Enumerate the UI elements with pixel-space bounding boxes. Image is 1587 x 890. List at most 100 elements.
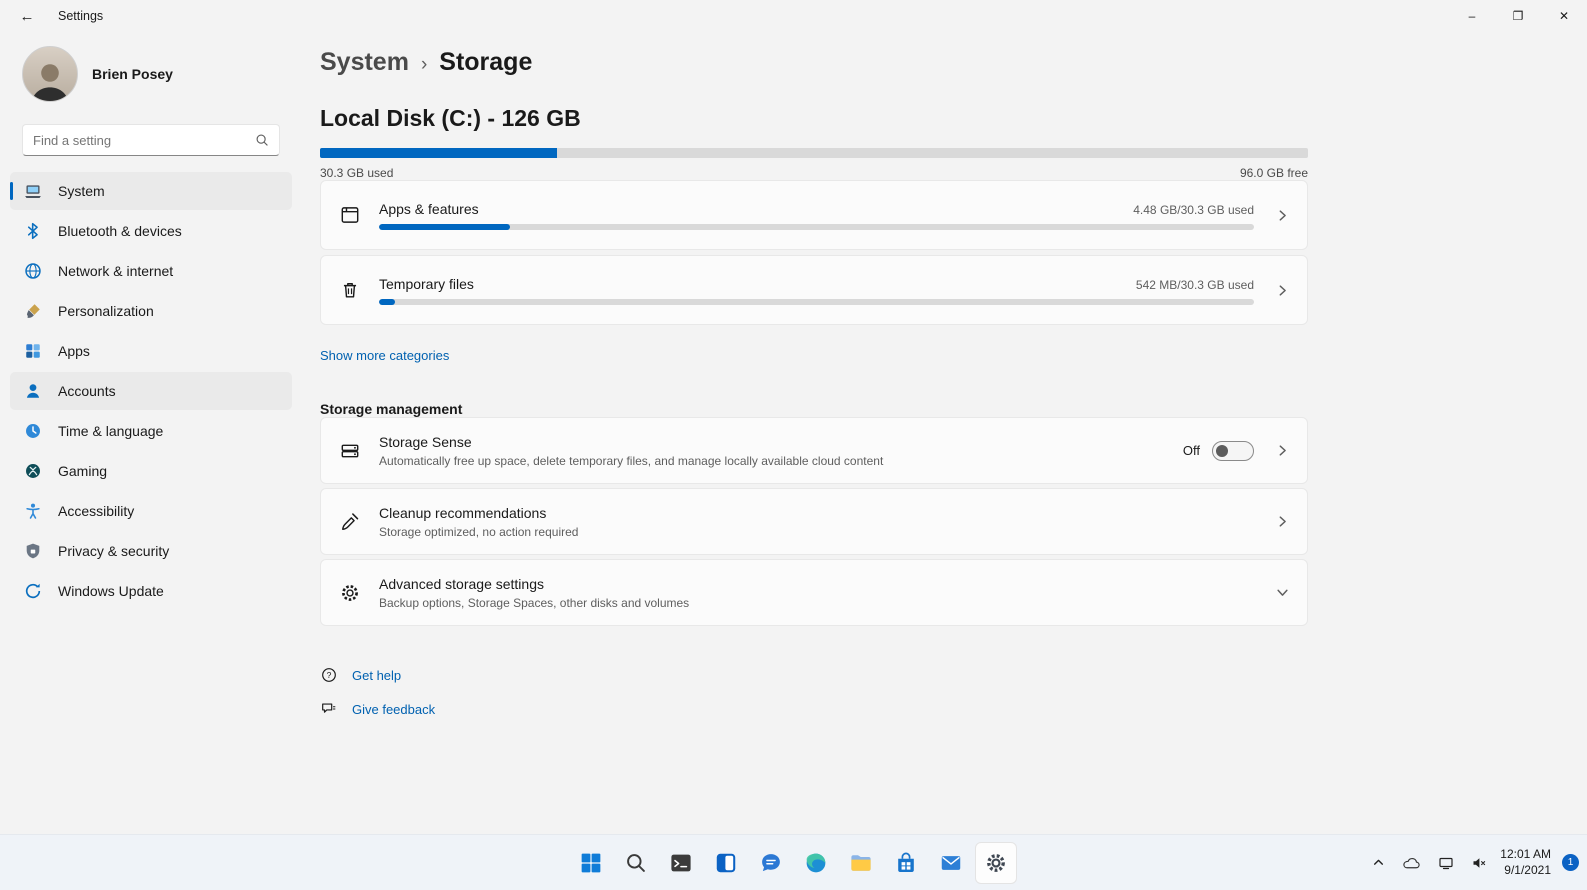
widgets-button[interactable]	[706, 843, 746, 883]
taskbar: 12:01 AM 9/1/2021 1	[0, 834, 1587, 890]
advanced-storage-settings-card[interactable]: Advanced storage settings Backup options…	[320, 559, 1308, 626]
broom-icon	[339, 511, 361, 533]
svg-text:?: ?	[327, 670, 332, 680]
sidebar-item-network-internet[interactable]: Network & internet	[10, 252, 292, 290]
minimize-button[interactable]: –	[1449, 0, 1495, 32]
settings-gear-icon	[984, 851, 1008, 875]
trash-icon	[339, 279, 361, 301]
settings-nav: System Bluetooth & devices Network & int…	[0, 172, 302, 610]
sidebar-item-label: Network & internet	[58, 263, 173, 279]
chevron-down-icon	[1276, 586, 1289, 599]
item-description: Storage optimized, no action required	[379, 525, 1254, 539]
minimize-icon: –	[1469, 9, 1476, 23]
close-icon: ✕	[1559, 9, 1569, 23]
storage-sense-card[interactable]: Storage Sense Automatically free up spac…	[320, 417, 1308, 484]
show-more-categories-link[interactable]: Show more categories	[320, 348, 449, 363]
category-name: Temporary files	[379, 276, 474, 292]
search-box[interactable]	[22, 124, 280, 156]
window-title: Settings	[58, 9, 103, 23]
sidebar-item-label: Personalization	[58, 303, 154, 319]
category-usage: 542 MB/30.3 GB used	[1136, 278, 1254, 292]
xbox-icon	[24, 462, 42, 480]
temporary-files-card[interactable]: Temporary files 542 MB/30.3 GB used	[320, 255, 1308, 325]
user-name: Brien Posey	[92, 66, 173, 82]
volume-button[interactable]	[1467, 851, 1491, 875]
sidebar-item-system[interactable]: System	[10, 172, 292, 210]
terminal-icon	[669, 851, 693, 875]
sidebar-item-label: System	[58, 183, 105, 199]
brush-icon	[24, 302, 42, 320]
clock-date: 9/1/2021	[1500, 863, 1551, 879]
item-title: Storage Sense	[379, 434, 1163, 450]
clock-time: 12:01 AM	[1500, 847, 1551, 863]
back-button[interactable]: ←	[14, 3, 40, 29]
disk-free-label: 96.0 GB free	[1240, 166, 1308, 180]
notification-badge[interactable]: 1	[1562, 854, 1579, 871]
chevron-up-icon	[1372, 856, 1385, 869]
feedback-icon	[320, 700, 338, 718]
start-button[interactable]	[571, 843, 611, 883]
breadcrumb-separator-icon: ›	[421, 54, 427, 76]
chat-icon	[759, 851, 783, 875]
sidebar-item-accessibility[interactable]: Accessibility	[10, 492, 292, 530]
category-name: Apps & features	[379, 201, 479, 217]
search-input[interactable]	[33, 133, 255, 148]
user-profile[interactable]: Brien Posey	[0, 36, 302, 108]
edge-button[interactable]	[796, 843, 836, 883]
get-help-link[interactable]: Get help	[352, 668, 401, 683]
taskbar-search-button[interactable]	[616, 843, 656, 883]
taskbar-clock[interactable]: 12:01 AM 9/1/2021	[1500, 847, 1551, 878]
sidebar-item-accounts[interactable]: Accounts	[10, 372, 292, 410]
sidebar-item-time-language[interactable]: Time & language	[10, 412, 292, 450]
item-title: Advanced storage settings	[379, 576, 1254, 592]
edge-icon	[804, 851, 828, 875]
disk-used-label: 30.3 GB used	[320, 166, 393, 180]
system-tray: 12:01 AM 9/1/2021 1	[1368, 835, 1579, 890]
storage-sense-icon	[339, 440, 361, 462]
category-usage-bar	[379, 224, 1254, 230]
person-icon	[24, 382, 42, 400]
cloud-icon	[1402, 856, 1421, 870]
sidebar-item-privacy-security[interactable]: Privacy & security	[10, 532, 292, 570]
maximize-button[interactable]: ❐	[1495, 0, 1541, 32]
onedrive-button[interactable]	[1398, 852, 1425, 874]
close-button[interactable]: ✕	[1541, 0, 1587, 32]
tray-overflow-button[interactable]	[1368, 852, 1389, 873]
cleanup-recommendations-card[interactable]: Cleanup recommendations Storage optimize…	[320, 488, 1308, 555]
mail-icon	[939, 851, 963, 875]
accessibility-person-icon	[24, 502, 42, 520]
disk-usage-bar	[320, 148, 1308, 158]
breadcrumb-system[interactable]: System	[320, 48, 409, 77]
store-bag-icon	[894, 851, 918, 875]
disk-usage-fill	[320, 148, 557, 158]
help-icon: ?	[320, 666, 338, 684]
shield-icon	[24, 542, 42, 560]
chevron-right-icon	[1276, 209, 1289, 222]
breadcrumb-storage: Storage	[439, 48, 532, 77]
sidebar-item-gaming[interactable]: Gaming	[10, 452, 292, 490]
sidebar-item-windows-update[interactable]: Windows Update	[10, 572, 292, 610]
give-feedback-link[interactable]: Give feedback	[352, 702, 435, 717]
settings-taskbar-button[interactable]	[976, 843, 1016, 883]
terminal-button[interactable]	[661, 843, 701, 883]
sidebar-item-bluetooth-devices[interactable]: Bluetooth & devices	[10, 212, 292, 250]
sidebar-item-label: Accessibility	[58, 503, 134, 519]
apps-features-card[interactable]: Apps & features 4.48 GB/30.3 GB used	[320, 180, 1308, 250]
storage-sense-toggle[interactable]	[1212, 441, 1254, 461]
network-button[interactable]	[1434, 851, 1458, 875]
person-silhouette-icon	[26, 56, 74, 102]
sidebar-item-label: Privacy & security	[58, 543, 169, 559]
clock-icon	[24, 422, 42, 440]
sidebar-item-apps[interactable]: Apps	[10, 332, 292, 370]
chevron-right-icon	[1276, 284, 1289, 297]
chevron-right-icon	[1276, 444, 1289, 457]
store-button[interactable]	[886, 843, 926, 883]
chat-button[interactable]	[751, 843, 791, 883]
mail-button[interactable]	[931, 843, 971, 883]
apps-grid-icon	[24, 342, 42, 360]
search-icon	[255, 133, 269, 147]
sidebar-item-label: Time & language	[58, 423, 163, 439]
speaker-mute-icon	[1471, 855, 1487, 871]
file-explorer-button[interactable]	[841, 843, 881, 883]
sidebar-item-personalization[interactable]: Personalization	[10, 292, 292, 330]
